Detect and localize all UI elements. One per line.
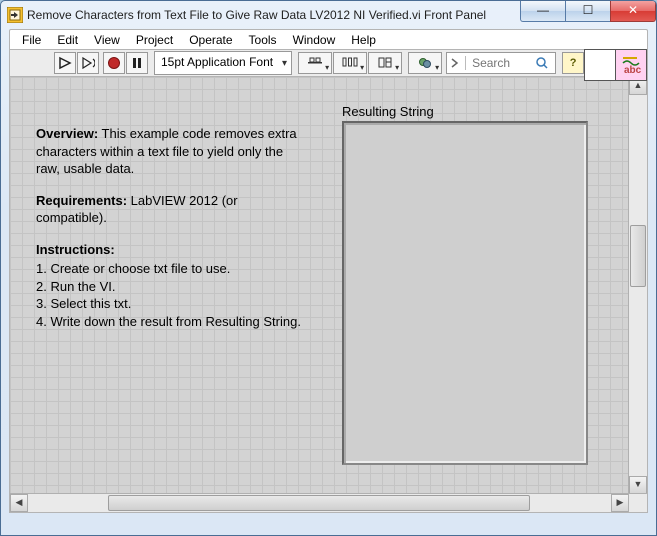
search-input[interactable] <box>470 55 534 71</box>
menu-project[interactable]: Project <box>128 32 181 48</box>
align-group <box>298 52 402 74</box>
hscroll-track[interactable] <box>28 494 611 512</box>
menu-file[interactable]: File <box>14 32 49 48</box>
vi-icon-area: abc <box>584 49 647 81</box>
resulting-string-indicator[interactable] <box>342 121 588 465</box>
run-group <box>54 52 99 74</box>
scroll-left-button[interactable]: ◀ <box>10 494 28 512</box>
run-button[interactable] <box>54 52 76 74</box>
resize-button[interactable] <box>368 52 402 74</box>
font-select[interactable]: 15pt Application Font <box>154 51 292 75</box>
scroll-down-button[interactable]: ▼ <box>629 476 647 494</box>
titlebar[interactable]: Remove Characters from Text File to Give… <box>1 1 656 29</box>
description-text: Overview: This example code removes extr… <box>36 125 306 330</box>
scroll-right-button[interactable]: ▶ <box>611 494 629 512</box>
horizontal-scrollbar[interactable]: ◀ ▶ <box>10 493 629 512</box>
instruction-step: 2. Run the VI. <box>36 278 306 296</box>
menu-view[interactable]: View <box>86 32 128 48</box>
menubar: File Edit View Project Operate Tools Win… <box>9 29 648 49</box>
stop-group <box>103 52 148 74</box>
instruction-step: 1. Create or choose txt file to use. <box>36 260 306 278</box>
distribute-button[interactable] <box>333 52 367 74</box>
vi-icon[interactable]: abc <box>616 49 647 81</box>
menu-operate[interactable]: Operate <box>181 32 240 48</box>
chevron-right-icon <box>449 57 461 69</box>
hscroll-thumb[interactable] <box>108 495 530 511</box>
font-select-label: 15pt Application Font <box>161 55 273 69</box>
pause-button[interactable] <box>126 52 148 74</box>
instructions-label: Instructions: <box>36 242 115 257</box>
toolbar: 15pt Application Font <box>9 49 648 77</box>
caption-buttons: — ☐ ✕ <box>521 1 656 21</box>
menu-tools[interactable]: Tools <box>241 32 285 48</box>
app-icon <box>7 7 23 23</box>
maximize-button[interactable]: ☐ <box>565 1 611 22</box>
front-panel[interactable]: Overview: This example code removes extr… <box>10 77 629 494</box>
context-help-button[interactable]: ? <box>562 52 584 74</box>
minimize-button[interactable]: — <box>520 1 566 22</box>
instruction-step: 3. Select this txt. <box>36 295 306 313</box>
search-box[interactable] <box>446 52 556 74</box>
close-button[interactable]: ✕ <box>610 1 656 22</box>
reorder-group <box>408 52 442 74</box>
menubar-inner: File Edit View Project Operate Tools Win… <box>9 29 648 49</box>
search-icon <box>534 55 550 71</box>
reorder-button[interactable] <box>408 52 442 74</box>
instruction-step: 4. Write down the result from Resulting … <box>36 313 306 331</box>
menu-window[interactable]: Window <box>285 32 344 48</box>
align-button[interactable] <box>298 52 332 74</box>
connector-pane-icon[interactable] <box>584 49 616 81</box>
window: Remove Characters from Text File to Give… <box>0 0 657 536</box>
workarea: Overview: This example code removes extr… <box>9 77 648 513</box>
menu-help[interactable]: Help <box>343 32 384 48</box>
overview-label: Overview: <box>36 126 98 141</box>
vscroll-thumb[interactable] <box>630 225 646 287</box>
svg-text:abc: abc <box>624 65 642 76</box>
menu-edit[interactable]: Edit <box>49 32 86 48</box>
resize-grip[interactable] <box>628 493 647 512</box>
vertical-scrollbar[interactable]: ▲ ▼ <box>628 77 647 494</box>
vscroll-track[interactable] <box>629 95 647 476</box>
abort-button[interactable] <box>103 52 125 74</box>
requirements-label: Requirements: <box>36 193 127 208</box>
run-continuous-button[interactable] <box>77 52 99 74</box>
resulting-string-label: Resulting String <box>342 104 434 119</box>
